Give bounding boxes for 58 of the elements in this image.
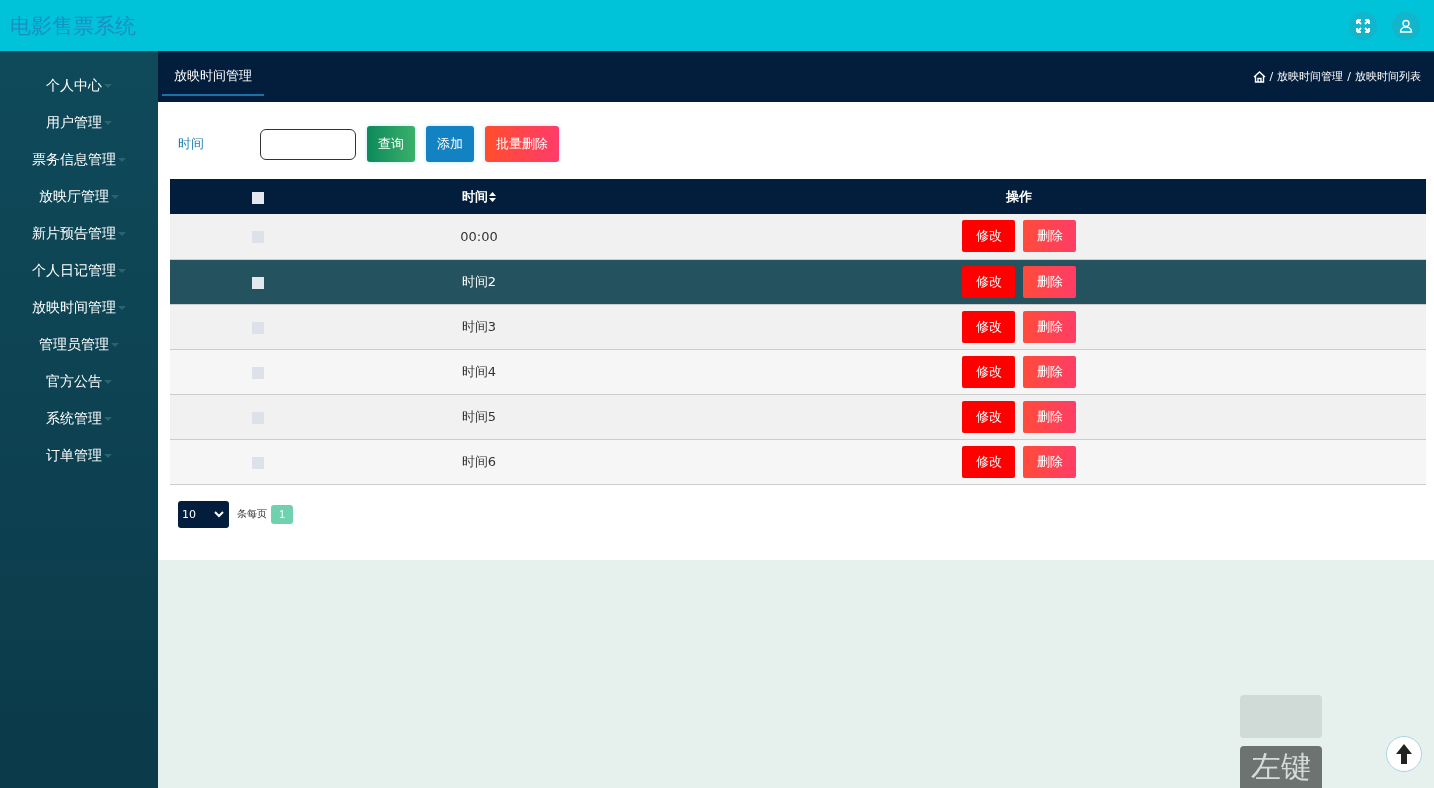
edit-button[interactable]: 修改	[962, 445, 1015, 478]
table-cell: 时间5	[461, 408, 497, 424]
table-cell: 00:00	[460, 228, 498, 244]
sidebar-item[interactable]: 放映厅管理	[39, 178, 119, 215]
caret-icon	[118, 305, 126, 310]
checkbox[interactable]	[252, 456, 264, 469]
sidebar-item[interactable]: 官方公告	[46, 363, 112, 400]
tab[interactable]: 放映时间管理	[162, 57, 264, 96]
caret-icon	[118, 268, 126, 273]
edit-button[interactable]: 修改	[962, 265, 1015, 298]
caret-icon	[111, 194, 119, 199]
sidebar-item[interactable]: 个人中心	[46, 67, 112, 104]
caret-icon	[118, 231, 126, 236]
sidebar-item[interactable]: 订单管理	[46, 437, 112, 474]
sort-icon[interactable]	[489, 191, 496, 202]
fullscreen-icon[interactable]	[1349, 11, 1377, 40]
breadcrumb-item[interactable]: 放映时间列表	[1355, 69, 1421, 84]
column-header: 操作	[1006, 188, 1032, 204]
sidebar-item[interactable]: 票务信息管理	[32, 141, 126, 178]
checkbox[interactable]	[252, 191, 264, 204]
time-input-field[interactable]	[260, 128, 356, 160]
caret-icon	[104, 83, 112, 88]
caret-icon	[104, 379, 112, 384]
home-icon[interactable]	[1252, 70, 1266, 83]
edit-button[interactable]: 修改	[962, 400, 1015, 433]
sidebar-item[interactable]: 管理员管理	[39, 326, 119, 363]
sidebar-item[interactable]: 放映时间管理	[32, 289, 126, 326]
caret-icon	[104, 120, 112, 125]
per-page-label: 条每页	[237, 507, 267, 521]
sidebar-item[interactable]: 系统管理	[46, 400, 112, 437]
arrow-up-icon[interactable]	[1386, 736, 1422, 772]
action-button[interactable]: 添加	[426, 126, 474, 162]
sidebar-item[interactable]: 用户管理	[46, 104, 112, 141]
caret-icon	[104, 453, 112, 458]
column-header[interactable]: 时间	[462, 188, 488, 204]
key-indicator: 左键	[1240, 746, 1322, 788]
checkbox[interactable]	[252, 366, 264, 379]
chevron-down-icon	[214, 510, 224, 518]
action-button[interactable]: 查询	[367, 126, 415, 162]
table-cell: 时间4	[461, 363, 497, 379]
user-icon[interactable]	[1392, 11, 1420, 40]
breadcrumb-item[interactable]: 放映时间管理	[1277, 69, 1344, 84]
breadcrumb-separator: /	[1269, 70, 1274, 83]
edit-button[interactable]: 修改	[962, 220, 1015, 253]
edit-button[interactable]: 修改	[962, 355, 1015, 388]
caret-icon	[118, 157, 126, 162]
table-cell: 时间2	[461, 273, 497, 289]
edit-button[interactable]: 修改	[962, 310, 1015, 343]
checkbox[interactable]	[252, 276, 264, 289]
sidebar-item[interactable]: 个人日记管理	[32, 252, 126, 289]
field-label: 时间	[177, 135, 205, 153]
table-cell: 时间6	[461, 453, 497, 469]
page-size-select[interactable]: 10	[178, 500, 229, 528]
breadcrumb-separator: /	[1347, 70, 1351, 83]
caret-icon	[104, 416, 112, 421]
sidebar-item[interactable]: 新片预告管理	[32, 215, 126, 252]
caret-icon	[111, 342, 119, 347]
table-cell: 时间3	[461, 318, 497, 334]
